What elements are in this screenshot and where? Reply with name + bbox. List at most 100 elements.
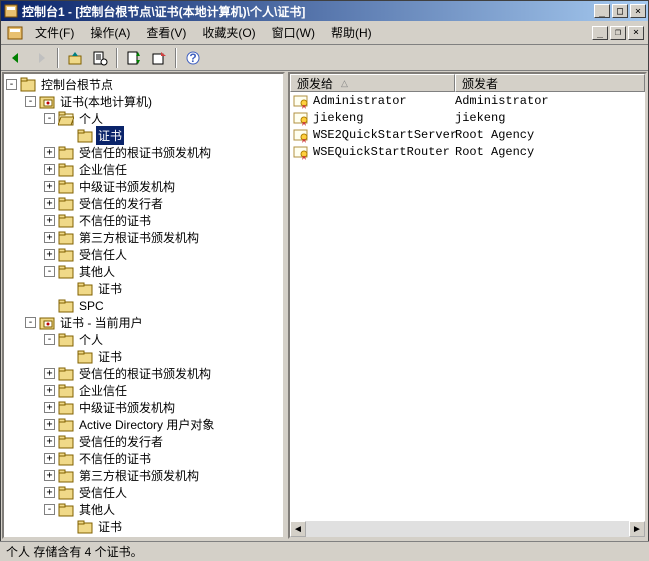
maximize-button[interactable]: □	[612, 4, 628, 18]
tree-user-trusted-people[interactable]: +受信任人	[44, 484, 281, 501]
up-button[interactable]	[64, 47, 86, 69]
expand-icon[interactable]: +	[44, 453, 55, 464]
mdi-minimize-button[interactable]: _	[592, 26, 608, 40]
tree-user-trusted-root[interactable]: +受信任的根证书颁发机构	[44, 365, 281, 382]
collapse-icon[interactable]: -	[25, 96, 36, 107]
list-view: 颁发给△ 颁发者 AdministratorAdministratorjieke…	[288, 72, 647, 539]
status-text: 个人 存储含有 4 个证书。	[6, 543, 143, 560]
expand-icon[interactable]: +	[44, 147, 55, 158]
scroll-right-button[interactable]: ►	[629, 521, 645, 537]
expand-icon[interactable]: +	[44, 470, 55, 481]
tree-user-trusted-publishers[interactable]: +受信任的发行者	[44, 433, 281, 450]
collapse-icon[interactable]: -	[44, 266, 55, 277]
mdi-close-button[interactable]: ×	[628, 26, 644, 40]
tree-intermediate[interactable]: +中级证书颁发机构	[44, 178, 281, 195]
mmc-icon	[7, 25, 23, 41]
collapse-icon[interactable]: -	[25, 317, 36, 328]
folder-icon	[58, 468, 74, 484]
list-item[interactable]: AdministratorAdministrator	[290, 92, 645, 109]
tree-user-intermediate[interactable]: +中级证书颁发机构	[44, 399, 281, 416]
folder-icon	[58, 451, 74, 467]
folder-icon	[58, 366, 74, 382]
tree-view[interactable]: - 控制台根节点 - 证书(本地计算机) -	[2, 72, 285, 539]
column-issued-by[interactable]: 颁发者	[455, 74, 645, 92]
expand-icon[interactable]: +	[44, 198, 55, 209]
cell-issued-to: Administrator	[313, 94, 455, 108]
mdi-restore-button[interactable]: ❐	[610, 26, 626, 40]
close-button[interactable]: ×	[630, 4, 646, 18]
tree-personal[interactable]: - 个人	[44, 110, 281, 127]
menu-view[interactable]: 查看(V)	[138, 22, 194, 43]
tree-user-other-certs[interactable]: 证书	[63, 518, 281, 535]
collapse-icon[interactable]: -	[44, 334, 55, 345]
minimize-button[interactable]: _	[594, 4, 610, 18]
expand-icon[interactable]: +	[44, 368, 55, 379]
expand-icon[interactable]: +	[44, 419, 55, 430]
scroll-track[interactable]	[306, 521, 629, 537]
tree-cert-local[interactable]: - 证书(本地计算机)	[25, 93, 281, 110]
menu-window[interactable]: 窗口(W)	[264, 22, 323, 43]
window-title: 控制台1 - [控制台根节点\证书(本地计算机)\个人\证书]	[22, 3, 594, 20]
help-button[interactable]: ?	[182, 47, 204, 69]
tree-certs-selected[interactable]: 证书	[63, 127, 281, 144]
tree-untrusted[interactable]: +不信任的证书	[44, 212, 281, 229]
list-item[interactable]: WSE2QuickStartServerRoot Agency	[290, 126, 645, 143]
folder-icon	[58, 536, 74, 540]
tree-user-other-people[interactable]: -其他人	[44, 501, 281, 518]
column-issued-to[interactable]: 颁发给△	[290, 74, 455, 92]
tree-other-certs[interactable]: 证书	[63, 280, 281, 297]
tree-cert-user[interactable]: - 证书 - 当前用户	[25, 314, 281, 331]
tree-user-personal[interactable]: -个人	[44, 331, 281, 348]
expand-icon[interactable]: +	[44, 487, 55, 498]
forward-button[interactable]	[30, 47, 52, 69]
menu-favorites[interactable]: 收藏夹(O)	[194, 22, 263, 43]
tree-user-personal-certs[interactable]: 证书	[63, 348, 281, 365]
status-bar: 个人 存储含有 4 个证书。	[0, 541, 649, 561]
tree-trusted-root[interactable]: +受信任的根证书颁发机构	[44, 144, 281, 161]
cell-issued-to: WSEQuickStartRouter	[313, 145, 455, 159]
scroll-left-button[interactable]: ◄	[290, 521, 306, 537]
expand-icon[interactable]: +	[44, 215, 55, 226]
svg-text:?: ?	[189, 51, 196, 65]
tree-third-party[interactable]: +第三方根证书颁发机构	[44, 229, 281, 246]
cert-store-icon	[39, 315, 55, 331]
expand-icon[interactable]: +	[44, 436, 55, 447]
spacer	[63, 283, 74, 294]
tree-user-enterprise-trust[interactable]: +企业信任	[44, 382, 281, 399]
menu-file[interactable]: 文件(F)	[27, 22, 82, 43]
expand-icon[interactable]: +	[44, 232, 55, 243]
expand-icon[interactable]: +	[44, 385, 55, 396]
tree-user-third-party[interactable]: +第三方根证书颁发机构	[44, 467, 281, 484]
tree-other-people[interactable]: -其他人	[44, 263, 281, 280]
tree-trusted-people[interactable]: +受信任人	[44, 246, 281, 263]
folder-icon	[58, 145, 74, 161]
tree-trusted-publishers[interactable]: +受信任的发行者	[44, 195, 281, 212]
tree-user-ad[interactable]: +Active Directory 用户对象	[44, 416, 281, 433]
tree-spc[interactable]: SPC	[44, 297, 281, 314]
collapse-icon[interactable]: -	[6, 79, 17, 90]
expand-icon[interactable]: +	[44, 164, 55, 175]
expand-icon[interactable]: +	[44, 181, 55, 192]
properties-button[interactable]	[89, 47, 111, 69]
collapse-icon[interactable]: -	[44, 113, 55, 124]
tree-user-enroll-req[interactable]: 证书注册申请	[44, 535, 281, 539]
back-button[interactable]	[5, 47, 27, 69]
expand-icon[interactable]: +	[44, 249, 55, 260]
export-button[interactable]	[148, 47, 170, 69]
tree-root[interactable]: - 控制台根节点	[6, 76, 281, 93]
list-body[interactable]: AdministratorAdministratorjiekengjiekeng…	[290, 92, 645, 521]
console-root-icon	[20, 77, 36, 93]
spacer	[63, 521, 74, 532]
menu-action[interactable]: 操作(A)	[82, 22, 138, 43]
expand-icon[interactable]: +	[44, 402, 55, 413]
list-item[interactable]: jiekengjiekeng	[290, 109, 645, 126]
menu-help[interactable]: 帮助(H)	[323, 22, 380, 43]
certificate-icon	[293, 144, 309, 160]
list-item[interactable]: WSEQuickStartRouterRoot Agency	[290, 143, 645, 160]
horizontal-scrollbar[interactable]: ◄ ►	[290, 521, 645, 537]
folder-icon	[58, 179, 74, 195]
refresh-button[interactable]	[123, 47, 145, 69]
collapse-icon[interactable]: -	[44, 504, 55, 515]
tree-user-untrusted[interactable]: +不信任的证书	[44, 450, 281, 467]
tree-enterprise-trust[interactable]: +企业信任	[44, 161, 281, 178]
